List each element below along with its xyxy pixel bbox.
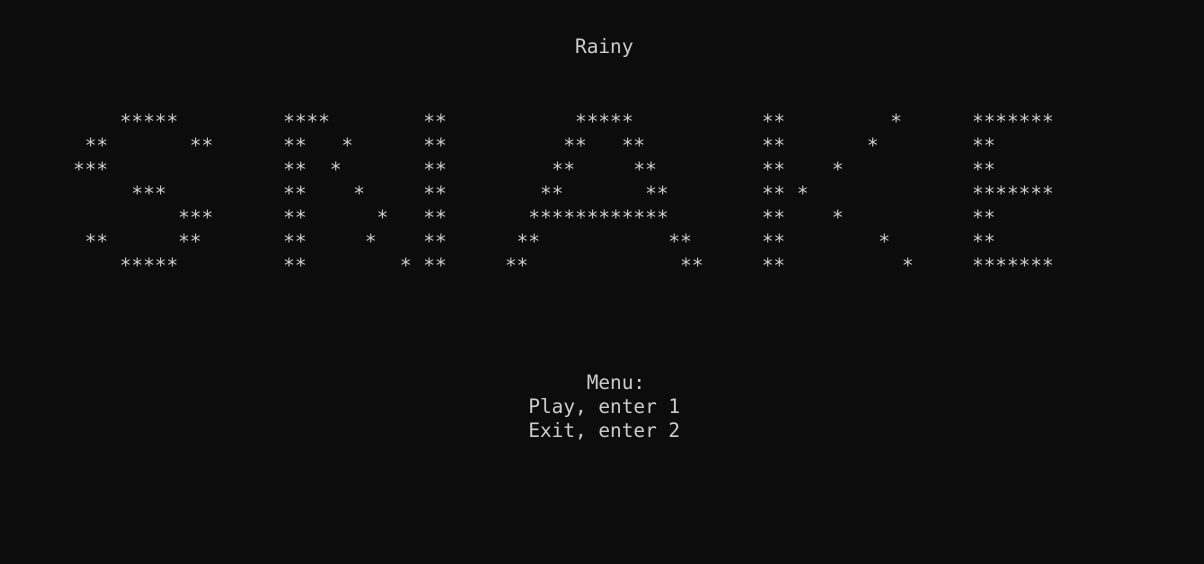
banner-line: *** ** * ** ** ** ** * **	[3, 158, 996, 181]
banner-line: ** ** ** * ** ** ** ** * **	[3, 134, 996, 157]
menu-heading: Menu:	[3, 371, 646, 394]
console-window: Rainy ***** **** ** ***** ** * ******* *…	[0, 0, 1204, 564]
banner-line: *** ** * ** ************ ** * **	[3, 206, 996, 229]
banner-line: *** ** * ** ** ** ** * *******	[3, 182, 1054, 205]
menu-option-exit: Exit, enter 2	[3, 419, 681, 442]
menu-option-play: Play, enter 1	[3, 395, 681, 418]
banner-line: ***** ** * ** ** ** ** * *******	[3, 254, 1054, 277]
banner-line: ** ** ** * ** ** ** ** * **	[3, 230, 996, 253]
game-title: Rainy	[3, 35, 634, 58]
banner-line: ***** **** ** ***** ** * *******	[3, 110, 1054, 133]
